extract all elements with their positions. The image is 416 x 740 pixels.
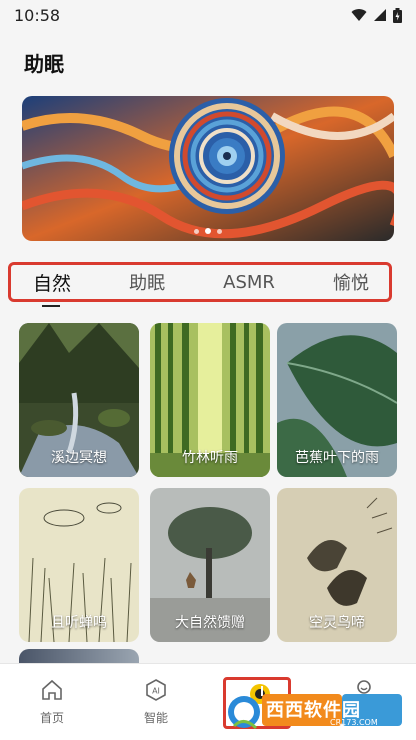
banner-dot — [217, 228, 222, 234]
card-birdsong[interactable]: 空灵鸟啼 — [277, 488, 397, 642]
card-label: 竹林听雨 — [182, 450, 238, 466]
category-tabs: 自然 助眠 ASMR 愉悦 — [8, 262, 392, 302]
battery-icon — [393, 7, 402, 23]
svg-text:AI: AI — [152, 687, 160, 696]
card-stream-meditation[interactable]: 溪边冥想 — [19, 323, 139, 477]
card-banana-leaf-rain[interactable]: 芭蕉叶下的雨 — [277, 323, 397, 477]
card-nature-gift[interactable]: 大自然馈赠 — [150, 488, 270, 642]
card-peek[interactable] — [19, 649, 139, 663]
nav-home-label: 首页 — [39, 711, 64, 725]
card-label: 且听蝉鸣 — [51, 615, 107, 631]
status-time: 10:58 — [14, 5, 61, 25]
tab-asmr[interactable]: ASMR — [223, 272, 275, 293]
banner-dot-active — [205, 228, 211, 234]
banner-pagination — [22, 228, 394, 234]
status-bar: 10:58 — [0, 0, 416, 30]
nav-home[interactable]: 首页 — [22, 678, 82, 726]
banner-carousel[interactable] — [22, 96, 394, 241]
home-icon — [42, 679, 62, 700]
card-label: 芭蕉叶下的雨 — [295, 450, 379, 466]
tab-sleep[interactable]: 助眠 — [129, 269, 165, 295]
tab-active-indicator — [42, 305, 60, 307]
wifi-icon — [351, 9, 367, 21]
card-label: 空灵鸟啼 — [309, 615, 365, 631]
banner-dot — [194, 228, 199, 234]
card-cicada[interactable]: 且听蝉鸣 — [19, 488, 139, 642]
card-bamboo-rain[interactable]: 竹林听雨 — [150, 323, 270, 477]
nav-ai-label: 智能 — [143, 711, 168, 725]
nav-ai[interactable]: AI 智能 — [126, 678, 186, 726]
signal-icon — [374, 9, 386, 21]
watermark-sub: CR173.COM — [330, 718, 378, 727]
page-title: 助眠 — [24, 52, 64, 76]
card-label: 溪边冥想 — [51, 450, 107, 466]
watermark-logo: 西西软件园 CR173.COM — [226, 686, 406, 734]
banner-image — [22, 96, 394, 241]
tab-joy[interactable]: 愉悦 — [333, 269, 369, 295]
tab-nature[interactable]: 自然 — [33, 269, 71, 296]
card-label: 大自然馈赠 — [175, 615, 245, 631]
ai-icon: AI — [146, 679, 166, 701]
status-icons — [351, 7, 402, 23]
